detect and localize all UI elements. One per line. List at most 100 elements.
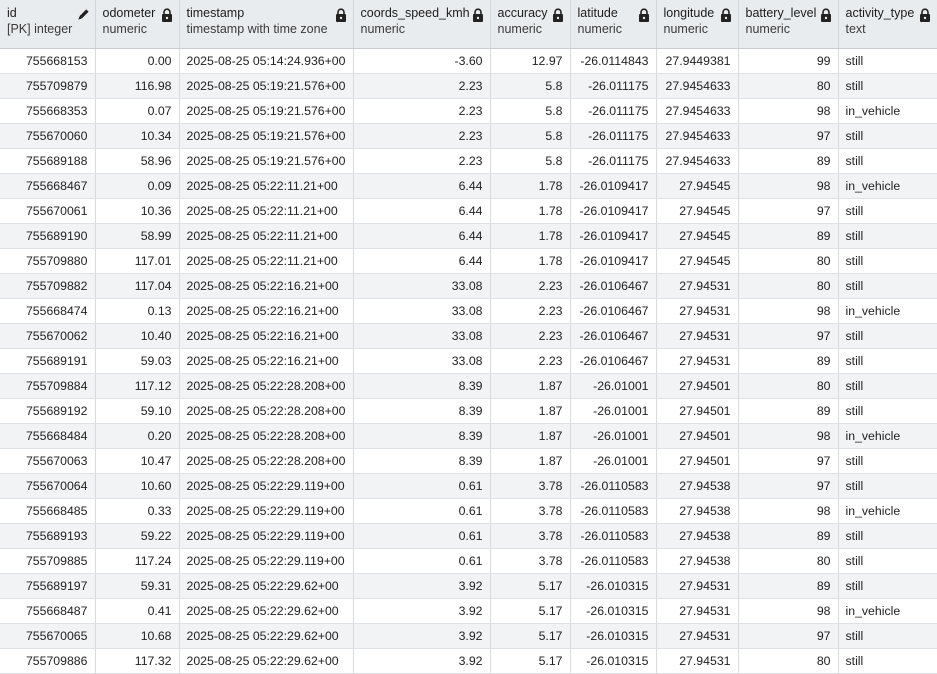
cell-timestamp[interactable]: 2025-08-25 05:22:29.119+00 (179, 523, 354, 549)
cell-latitude[interactable]: -26.0109417 (570, 223, 657, 249)
cell-latitude[interactable]: -26.0114843 (570, 48, 657, 74)
cell-odometer[interactable]: 117.01 (95, 248, 180, 274)
cell-odometer[interactable]: 0.00 (95, 48, 180, 74)
cell-id[interactable]: 755709879 (0, 73, 96, 99)
cell-coords-speed-kmh[interactable]: 8.39 (353, 448, 491, 474)
table-row[interactable]: 755670065 10.68 2025-08-25 05:22:29.62+00 3… (0, 623, 937, 649)
cell-accuracy[interactable]: 2.23 (490, 348, 571, 374)
cell-activity-type[interactable]: still (838, 548, 937, 574)
cell-id[interactable]: 755709885 (0, 548, 96, 574)
cell-timestamp[interactable]: 2025-08-25 05:22:28.208+00 (179, 448, 354, 474)
cell-activity-type[interactable]: still (838, 348, 937, 374)
cell-odometer[interactable]: 0.41 (95, 598, 180, 624)
cell-odometer[interactable]: 10.34 (95, 123, 180, 149)
cell-id[interactable]: 755668485 (0, 498, 96, 524)
cell-battery-level[interactable]: 98 (738, 173, 839, 199)
table-row[interactable]: 755668487 0.41 2025-08-25 05:22:29.62+00 3.… (0, 598, 937, 624)
cell-longitude[interactable]: 27.94501 (656, 398, 739, 424)
table-row[interactable]: 755689197 59.31 2025-08-25 05:22:29.62+00 3… (0, 573, 937, 599)
cell-longitude[interactable]: 27.9449381 (656, 48, 739, 74)
cell-coords-speed-kmh[interactable]: 0.61 (353, 548, 491, 574)
cell-odometer[interactable]: 116.98 (95, 73, 180, 99)
cell-id[interactable]: 755670065 (0, 623, 96, 649)
cell-timestamp[interactable]: 2025-08-25 05:22:28.208+00 (179, 398, 354, 424)
cell-longitude[interactable]: 27.94531 (656, 623, 739, 649)
cell-id[interactable]: 755668353 (0, 98, 96, 124)
table-row[interactable]: 755709880 117.01 2025-08-25 05:22:11.21+00… (0, 248, 937, 274)
table-row[interactable]: 755670062 10.40 2025-08-25 05:22:16.21+00 3… (0, 323, 937, 349)
cell-coords-speed-kmh[interactable]: 3.92 (353, 598, 491, 624)
cell-longitude[interactable]: 27.94538 (656, 498, 739, 524)
cell-coords-speed-kmh[interactable]: -3.60 (353, 48, 491, 74)
cell-longitude[interactable]: 27.94531 (656, 573, 739, 599)
cell-timestamp[interactable]: 2025-08-25 05:22:29.119+00 (179, 473, 354, 499)
cell-latitude[interactable]: -26.010315 (570, 623, 657, 649)
table-row[interactable]: 755689188 58.96 2025-08-25 05:19:21.576+00… (0, 148, 937, 174)
cell-accuracy[interactable]: 5.17 (490, 623, 571, 649)
cell-timestamp[interactable]: 2025-08-25 05:19:21.576+00 (179, 98, 354, 124)
cell-odometer[interactable]: 117.04 (95, 273, 180, 299)
cell-id[interactable]: 755689191 (0, 348, 96, 374)
column-header-activity-type[interactable]: activity_type text (838, 0, 937, 49)
cell-activity-type[interactable]: still (838, 398, 937, 424)
cell-longitude[interactable]: 27.94538 (656, 523, 739, 549)
cell-battery-level[interactable]: 80 (738, 373, 839, 399)
cell-timestamp[interactable]: 2025-08-25 05:22:16.21+00 (179, 323, 354, 349)
cell-timestamp[interactable]: 2025-08-25 05:14:24.936+00 (179, 48, 354, 74)
cell-battery-level[interactable]: 89 (738, 398, 839, 424)
cell-accuracy[interactable]: 1.87 (490, 398, 571, 424)
cell-battery-level[interactable]: 97 (738, 623, 839, 649)
cell-odometer[interactable]: 0.13 (95, 298, 180, 324)
cell-accuracy[interactable]: 3.78 (490, 498, 571, 524)
cell-activity-type[interactable]: still (838, 273, 937, 299)
table-row[interactable]: 755668474 0.13 2025-08-25 05:22:16.21+00 33… (0, 298, 937, 324)
cell-accuracy[interactable]: 12.97 (490, 48, 571, 74)
cell-latitude[interactable]: -26.0110583 (570, 473, 657, 499)
cell-activity-type[interactable]: still (838, 573, 937, 599)
cell-odometer[interactable]: 117.24 (95, 548, 180, 574)
cell-accuracy[interactable]: 1.78 (490, 198, 571, 224)
cell-coords-speed-kmh[interactable]: 8.39 (353, 398, 491, 424)
cell-longitude[interactable]: 27.9454633 (656, 123, 739, 149)
cell-coords-speed-kmh[interactable]: 3.92 (353, 573, 491, 599)
cell-latitude[interactable]: -26.01001 (570, 398, 657, 424)
cell-id[interactable]: 755668467 (0, 173, 96, 199)
cell-accuracy[interactable]: 2.23 (490, 323, 571, 349)
table-row[interactable]: 755668485 0.33 2025-08-25 05:22:29.119+00 0… (0, 498, 937, 524)
cell-timestamp[interactable]: 2025-08-25 05:22:29.119+00 (179, 498, 354, 524)
cell-longitude[interactable]: 27.94501 (656, 373, 739, 399)
cell-activity-type[interactable]: still (838, 448, 937, 474)
table-row[interactable]: 755709884 117.12 2025-08-25 05:22:28.208+0… (0, 373, 937, 399)
cell-latitude[interactable]: -26.0106467 (570, 273, 657, 299)
cell-latitude[interactable]: -26.010315 (570, 598, 657, 624)
cell-activity-type[interactable]: in_vehicle (838, 423, 937, 449)
cell-id[interactable]: 755668153 (0, 48, 96, 74)
cell-longitude[interactable]: 27.94501 (656, 423, 739, 449)
cell-longitude[interactable]: 27.94531 (656, 348, 739, 374)
table-row[interactable]: 755689191 59.03 2025-08-25 05:22:16.21+00 3… (0, 348, 937, 374)
cell-odometer[interactable]: 117.12 (95, 373, 180, 399)
cell-id[interactable]: 755709884 (0, 373, 96, 399)
cell-odometer[interactable]: 0.09 (95, 173, 180, 199)
cell-longitude[interactable]: 27.94501 (656, 448, 739, 474)
cell-battery-level[interactable]: 89 (738, 573, 839, 599)
cell-activity-type[interactable]: still (838, 223, 937, 249)
cell-odometer[interactable]: 10.68 (95, 623, 180, 649)
cell-timestamp[interactable]: 2025-08-25 05:22:29.119+00 (179, 548, 354, 574)
cell-longitude[interactable]: 27.94545 (656, 198, 739, 224)
cell-odometer[interactable]: 10.36 (95, 198, 180, 224)
table-row[interactable]: 755689190 58.99 2025-08-25 05:22:11.21+00 6… (0, 223, 937, 249)
cell-battery-level[interactable]: 98 (738, 423, 839, 449)
cell-id[interactable]: 755668474 (0, 298, 96, 324)
cell-latitude[interactable]: -26.011175 (570, 148, 657, 174)
table-row[interactable]: 755670063 10.47 2025-08-25 05:22:28.208+00… (0, 448, 937, 474)
cell-coords-speed-kmh[interactable]: 6.44 (353, 173, 491, 199)
cell-accuracy[interactable]: 5.8 (490, 123, 571, 149)
cell-battery-level[interactable]: 99 (738, 48, 839, 74)
cell-activity-type[interactable]: still (838, 73, 937, 99)
cell-coords-speed-kmh[interactable]: 2.23 (353, 148, 491, 174)
cell-accuracy[interactable]: 5.8 (490, 98, 571, 124)
cell-odometer[interactable]: 59.22 (95, 523, 180, 549)
cell-activity-type[interactable]: in_vehicle (838, 173, 937, 199)
cell-battery-level[interactable]: 97 (738, 448, 839, 474)
